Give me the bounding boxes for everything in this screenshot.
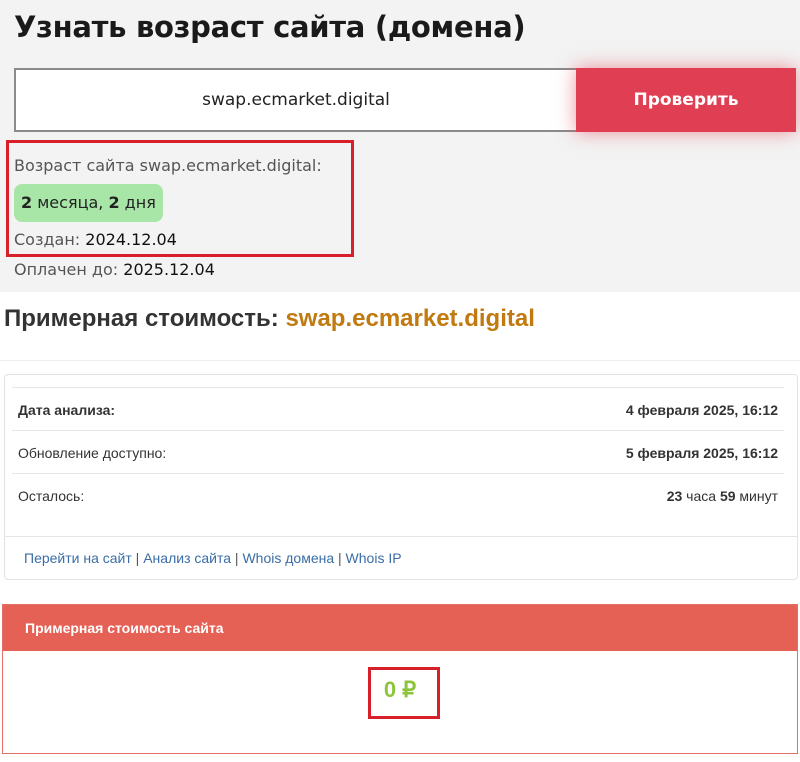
paid-until-date: Оплачен до: 2025.12.04 [14, 260, 215, 279]
age-badge: 2 месяца, 2 дня [14, 184, 163, 222]
info-label: Осталось: [18, 488, 85, 504]
paid-label: Оплачен до: [14, 260, 124, 279]
estimate-domain: swap.ecmarket.digital [285, 305, 535, 332]
age-months-number: 2 [21, 193, 33, 212]
site-links: Перейти на сайт | Анализ сайта | Whois д… [24, 550, 402, 566]
info-row-update-available: Обновление доступно: 5 февраля 2025, 16:… [12, 430, 784, 474]
divider [0, 360, 800, 361]
links-divider [4, 536, 798, 537]
remaining-hours-word: часа [682, 488, 720, 504]
link-visit-site[interactable]: Перейти на сайт [24, 550, 132, 566]
info-value: 5 февраля 2025, 16:12 [625, 445, 778, 461]
link-separator: | [334, 550, 346, 566]
link-separator: | [231, 550, 243, 566]
link-separator: | [131, 550, 144, 566]
created-date: Создан: 2024.12.04 [14, 230, 177, 249]
estimate-heading: Примерная стоимость: swap.ecmarket.digit… [4, 305, 535, 333]
link-whois-ip[interactable]: Whois IP [346, 550, 402, 566]
price-card-header: Примерная стоимость сайта [3, 605, 797, 651]
created-label: Создан: [14, 230, 86, 249]
link-whois-domain[interactable]: Whois домена [242, 550, 334, 566]
link-site-analysis[interactable]: Анализ сайта [143, 550, 231, 566]
estimate-title-prefix: Примерная стоимость: [4, 305, 286, 332]
age-days-number: 2 [108, 193, 120, 212]
age-days-word: дня [119, 193, 156, 212]
info-label: Обновление доступно: [18, 445, 167, 461]
check-button[interactable]: Проверить [576, 68, 796, 132]
remaining-minutes-word: минут [735, 488, 778, 504]
age-months-word: месяца, [32, 193, 109, 212]
created-value: 2024.12.04 [85, 230, 177, 249]
domain-input[interactable]: swap.ecmarket.digital [14, 68, 576, 132]
info-value: 23 часа 59 минут [667, 474, 778, 518]
price-highlight-frame [368, 667, 440, 719]
info-row-remaining: Осталось: 23 часа 59 минут [12, 473, 784, 517]
age-label: Возраст сайта swap.ecmarket.digital: [14, 156, 322, 175]
paid-value: 2025.12.04 [123, 260, 215, 279]
info-row-analysis-date: Дата анализа: 4 февраля 2025, 16:12 [12, 387, 784, 431]
page-title: Узнать возраст сайта (домена) [14, 10, 526, 44]
remaining-hours: 23 [666, 488, 683, 504]
info-label: Дата анализа: [18, 402, 116, 418]
remaining-minutes: 59 [719, 488, 736, 504]
info-value: 4 февраля 2025, 16:12 [625, 402, 778, 418]
